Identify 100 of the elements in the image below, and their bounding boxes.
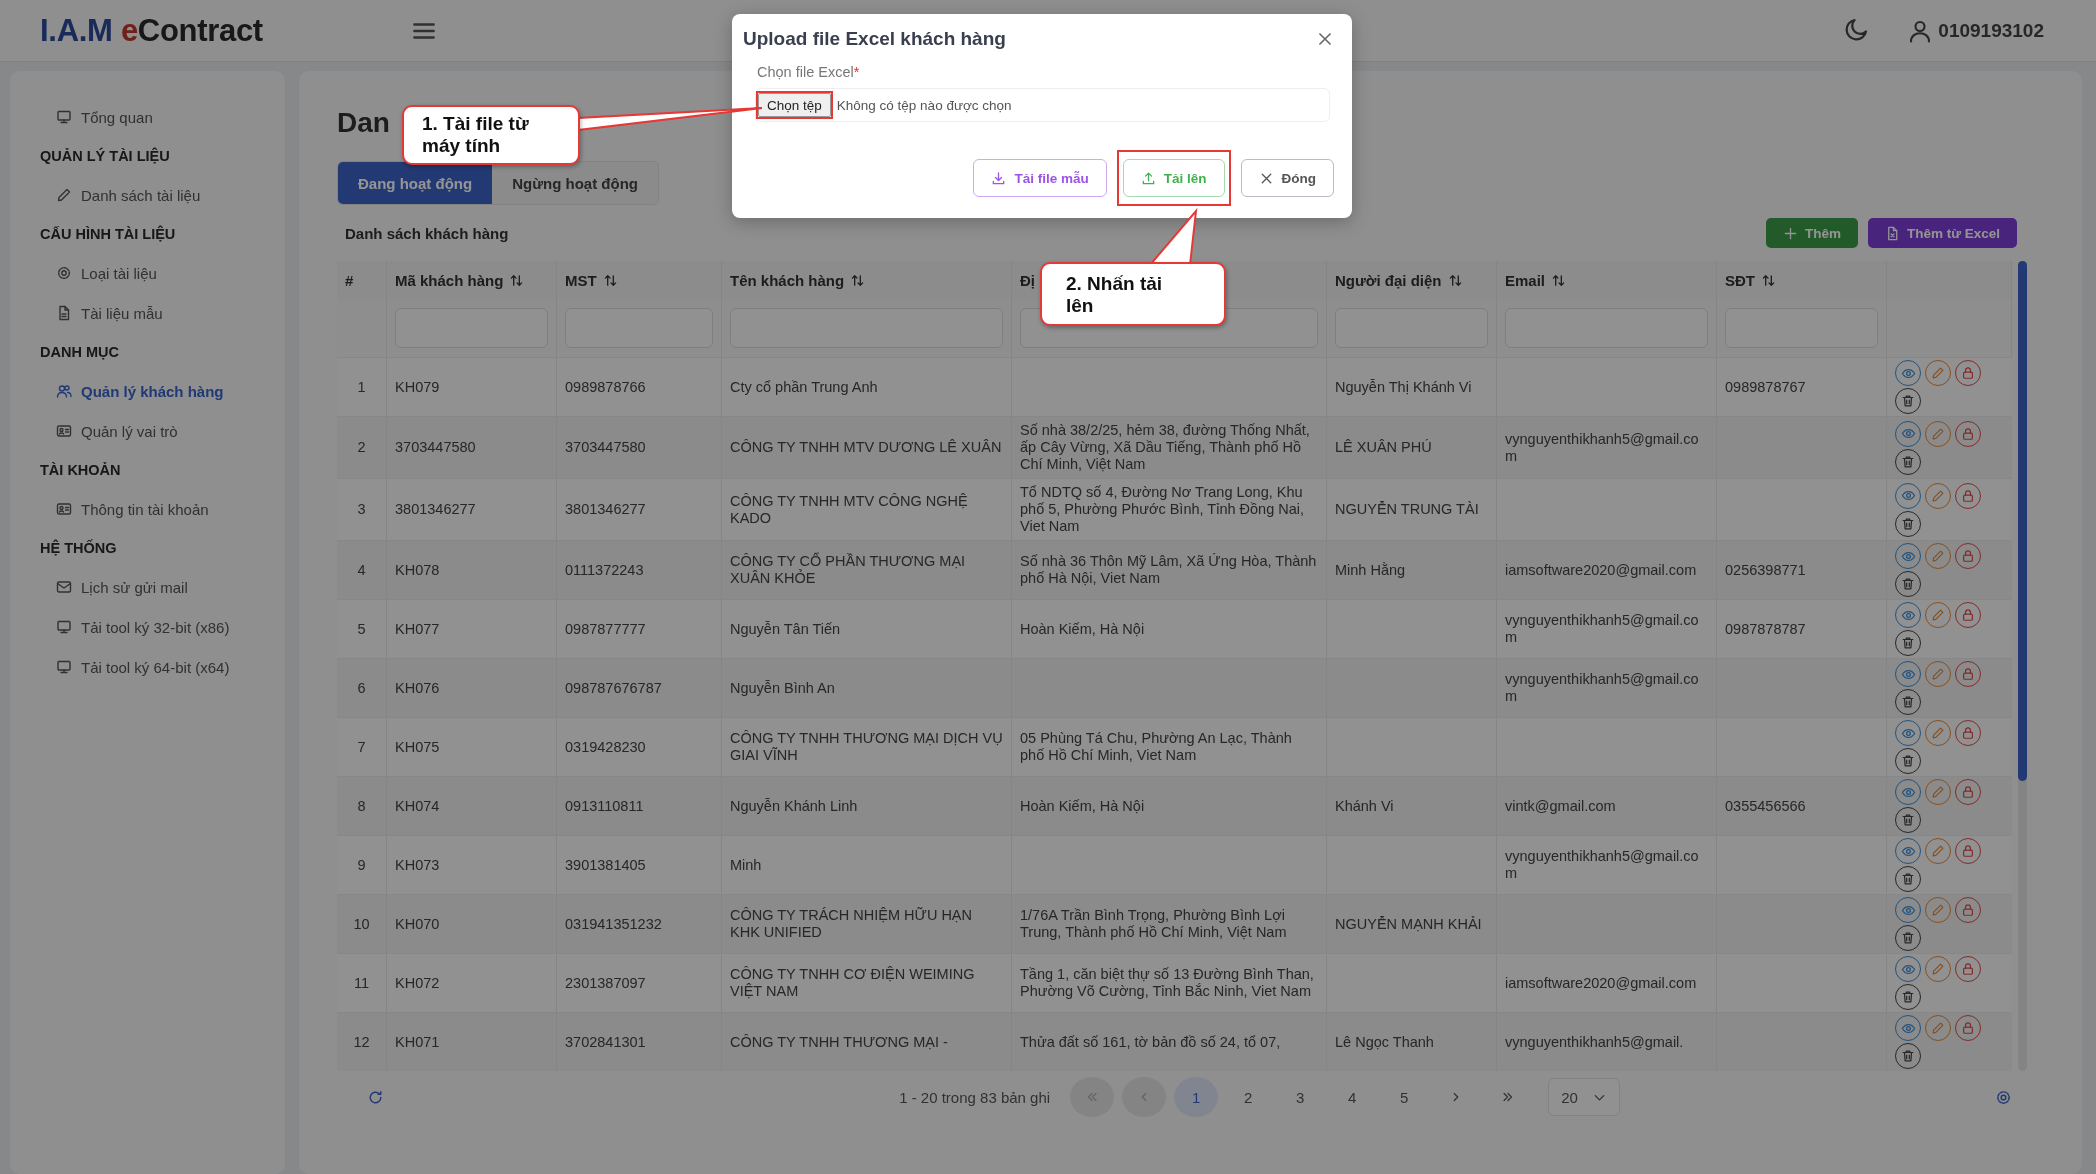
eye-icon (1900, 488, 1916, 503)
page-button[interactable]: 3 (1278, 1077, 1323, 1117)
pencil-icon (1931, 1021, 1945, 1035)
monitor-icon (56, 659, 72, 675)
table-cell: 3 (357, 501, 366, 518)
table-cell: iamsoftware2020@gmail.com (1505, 561, 1697, 579)
table-cell: LÊ XUÂN PHÚ (1335, 439, 1432, 456)
tab[interactable]: Đang hoạt động (338, 162, 493, 204)
pencil-icon (1931, 726, 1945, 740)
sidebar-item[interactable]: Danh sách tài liệu (40, 175, 285, 215)
table-cell-text: CÔNG TY TNHH CƠ ĐIỆN WEIMING VIỆT NAM (730, 966, 976, 1000)
table-cell: 3702841301 (565, 1033, 646, 1051)
page-button[interactable]: 4 (1330, 1077, 1375, 1117)
sidebar-item[interactable]: Tổng quan (40, 97, 285, 137)
pencil-icon (56, 187, 72, 203)
page-title: Dan (337, 106, 390, 140)
table-cell: 7 (357, 738, 366, 756)
table-cell: Cty cổ phần Trung Anh (730, 378, 878, 396)
page-button[interactable]: 2 (1226, 1077, 1271, 1117)
table-cell: Nguyễn Bình An (730, 679, 835, 697)
sidebar-item[interactable]: Loại tài liệu (40, 253, 285, 293)
scrollbar[interactable] (2018, 261, 2027, 1071)
table-cell-text: CÔNG TY CỔ PHẦN THƯƠNG MẠI XUÂN KHỎE (730, 553, 967, 587)
sort-icon (509, 272, 525, 288)
trash-icon (1901, 394, 1915, 408)
table-cell-text: vynguyenthikhanh5@gmail.com (1505, 612, 1700, 646)
table-cell: 10 (353, 915, 370, 933)
sort-icon (850, 272, 866, 288)
page-size-select[interactable]: 20 (1548, 1078, 1620, 1116)
table-cell: 0111372243 (565, 561, 644, 579)
choose-file-button[interactable]: Chọn tệp (758, 93, 831, 117)
file-input[interactable]: Chọn tệp Không có tệp nào được chọn (755, 88, 1330, 122)
lock-icon (1961, 366, 1975, 380)
sidebar-item[interactable]: Tài liệu mẫu (40, 293, 285, 333)
close-button[interactable] (1316, 30, 1334, 48)
table-cell: 1 (357, 378, 366, 396)
close-button[interactable]: Đóng (1240, 159, 1334, 197)
table-cell: Lê Ngọc Thanh (1335, 1033, 1434, 1051)
add-from-excel-button[interactable]: Thêm từ Excel (1867, 218, 2017, 248)
sort-icon (1551, 272, 1567, 288)
table-cell: 11 (353, 974, 370, 992)
table-cell: Thửa đất số 161, tờ bản đồ số 24, tổ 07, (1020, 1033, 1281, 1051)
table-cell: 0256398771 (1725, 561, 1806, 579)
table-cell: 0989878766 (565, 378, 646, 396)
monitor-icon (56, 109, 72, 125)
sort-icon (1761, 272, 1776, 288)
table-cell: Minh Hằng (1335, 561, 1406, 579)
table-cell: 0987878787 (1725, 620, 1806, 638)
page-button[interactable]: 5 (1382, 1077, 1427, 1117)
add-button[interactable]: Thêm (1765, 218, 1858, 248)
table-cell: Hoàn Kiếm, Hà Nội (1020, 620, 1145, 638)
mail-icon (56, 579, 72, 595)
sidebar-section-title: CẤU HÌNH TÀI LIỆU (40, 224, 177, 244)
table-cell: KH071 (395, 1033, 440, 1051)
field-label: Chọn file Excel* (757, 64, 861, 80)
user-account[interactable]: 0109193102 (1938, 19, 2044, 42)
close-icon (1316, 30, 1334, 48)
table-cell-text: 1/76A Trần Bình Trọng, Phường Bình Lợi Trung, Thành phố Hồ Chí Minh, Việt Nam (1020, 907, 1288, 941)
lock-icon (1961, 1021, 1975, 1035)
trash-icon (1901, 577, 1915, 591)
table-cell: Khánh Vi (1335, 797, 1394, 815)
pencil-icon (1931, 785, 1945, 799)
users-icon (56, 383, 72, 399)
sidebar-item[interactable]: Lịch sử gửi mail (40, 567, 285, 607)
document-icon (56, 305, 72, 321)
pencil-icon (1931, 844, 1945, 858)
table-cell: NGUYỄN MẠNH KHẢI (1335, 915, 1482, 933)
table-cell: CÔNG TY TNHH THƯƠNG MẠI DỊCH VỤ GIAI VĨNH (730, 730, 1003, 764)
sidebar-item[interactable]: Quản lý vai trò (40, 411, 285, 451)
pencil-icon (1931, 549, 1945, 563)
table-cell: 2 (357, 439, 366, 456)
refresh-icon (367, 1088, 384, 1106)
sidebar-item[interactable]: Tải tool ký 64-bit (x64) (40, 647, 285, 687)
sidebar-item[interactable]: Tải tool ký 32-bit (x86) (40, 607, 285, 647)
settings-button[interactable] (1995, 1088, 2012, 1106)
page-button[interactable]: 1 (1174, 1077, 1219, 1117)
trash-icon (1901, 1049, 1915, 1063)
table-cell-text: Số nhà 38/2/25, hẻm 38, đường Thống Nhất, ấp Cây Vừng, Xã Dầu Tiếng, Thành phố Hồ Chí Minh, Việt Nam (1020, 422, 1311, 473)
upload-button[interactable]: Tải lên (1122, 159, 1225, 197)
trash-icon (1901, 754, 1915, 768)
sidebar-item[interactable]: Thông tin tài khoản (40, 489, 285, 529)
eye-icon (1900, 426, 1916, 441)
trash-icon (1901, 695, 1915, 709)
table-cell: 12 (353, 1033, 370, 1051)
pencil-icon (1931, 962, 1945, 976)
lock-icon (1961, 426, 1975, 441)
table-cell: 3801346277 (565, 501, 646, 518)
sidebar-item[interactable]: Quản lý khách hàng (40, 371, 285, 411)
download-template-button[interactable]: Tải file mẫu (973, 159, 1107, 197)
id-card-icon (56, 423, 72, 439)
table-cell: CÔNG TY TNHH MTV DƯƠNG LÊ XUÂN (730, 439, 1002, 456)
table-cell: KH070 (395, 915, 440, 933)
sidebar-section-title: HỆ THỐNG (40, 538, 118, 558)
pencil-icon (1931, 366, 1945, 380)
table-cell: vintk@gmail.com (1505, 797, 1616, 815)
table-cell: KH073 (395, 856, 440, 874)
table-cell: Số nhà 36 Thôn Mỹ Lâm, Xã Ứng Hòa, Thành phố Hà Nội, Viet Nam (1020, 553, 1318, 587)
lock-icon (1961, 962, 1975, 976)
table-cell: KH078 (395, 561, 440, 579)
tab[interactable]: Ngừng hoạt động (492, 162, 658, 204)
